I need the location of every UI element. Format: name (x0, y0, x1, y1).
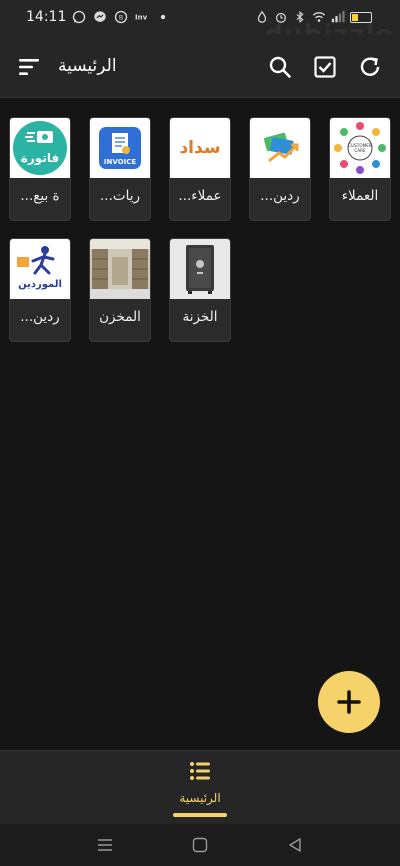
nav-home[interactable]: الرئيسية (170, 761, 230, 821)
whatsapp-icon (72, 10, 86, 24)
sadad-logo: سداد (170, 118, 230, 178)
safe-image (170, 239, 230, 299)
back-icon[interactable] (284, 834, 306, 856)
menu-icon[interactable] (16, 54, 42, 80)
tile-customers-payments[interactable]: سداد ...عملاء (169, 117, 231, 221)
tile-customers[interactable]: CUSTOMER CARE العملاء (329, 117, 391, 221)
tile-label: ...ردين (20, 309, 60, 325)
tile-label: العملاء (341, 188, 379, 204)
messenger-icon (94, 11, 106, 22)
status-bar: 14:11 B Inv dubizzle (0, 0, 400, 50)
tile-treasury[interactable]: الخزنة (169, 238, 231, 342)
notification-icons: B Inv (72, 10, 170, 24)
plus-icon (337, 690, 361, 714)
svg-text:CARE: CARE (354, 148, 366, 153)
tile-label: المخزن (99, 309, 141, 325)
tile-warehouse[interactable]: المخزن (89, 238, 151, 342)
dot-icon (160, 14, 166, 20)
status-time: 14:11 (26, 9, 67, 25)
tile-label: ...عملاء (178, 188, 222, 204)
tile-suppliers[interactable]: الموردين ...ردين (9, 238, 71, 342)
nav-home-label: الرئيسية (179, 791, 221, 805)
tile-sales-invoice[interactable]: فاتورة ...ة بيع (9, 117, 71, 221)
suppliers-logo: الموردين (10, 239, 70, 299)
recents-icon[interactable] (94, 834, 116, 856)
tile-label: ...ردين (260, 188, 300, 204)
checkbox-icon[interactable] (312, 54, 338, 80)
tile-purchases[interactable]: INVOICE ...ريات (89, 117, 151, 221)
refresh-icon[interactable] (357, 54, 383, 80)
svg-text:B: B (119, 15, 123, 22)
svg-text:Inv: Inv (135, 14, 148, 22)
nav-active-indicator (173, 813, 227, 817)
add-button[interactable] (318, 671, 380, 733)
whatsapp-business-icon: B (114, 10, 128, 24)
customer-care-image: CUSTOMER CARE (330, 118, 390, 178)
tile-label: ...ريات (100, 188, 140, 204)
system-nav-bar (0, 824, 400, 866)
tile-suppliers-payments[interactable]: ...ردين (249, 117, 311, 221)
bottom-nav: الرئيسية (0, 750, 400, 824)
list-icon (190, 762, 210, 780)
page-title: الرئيسية (58, 56, 117, 76)
tile-label: الخزنة (182, 309, 218, 325)
fatoora-logo: فاتورة (10, 118, 70, 178)
inv-app-icon: Inv (135, 14, 148, 22)
tile-label: ...ة بيع (20, 188, 60, 204)
app-bar: الرئيسية (0, 34, 400, 98)
warehouse-image (90, 239, 150, 299)
money-payment-image (250, 118, 310, 178)
home-icon[interactable] (189, 834, 211, 856)
search-icon[interactable] (267, 54, 293, 80)
invoice-app-image: INVOICE (90, 118, 150, 178)
